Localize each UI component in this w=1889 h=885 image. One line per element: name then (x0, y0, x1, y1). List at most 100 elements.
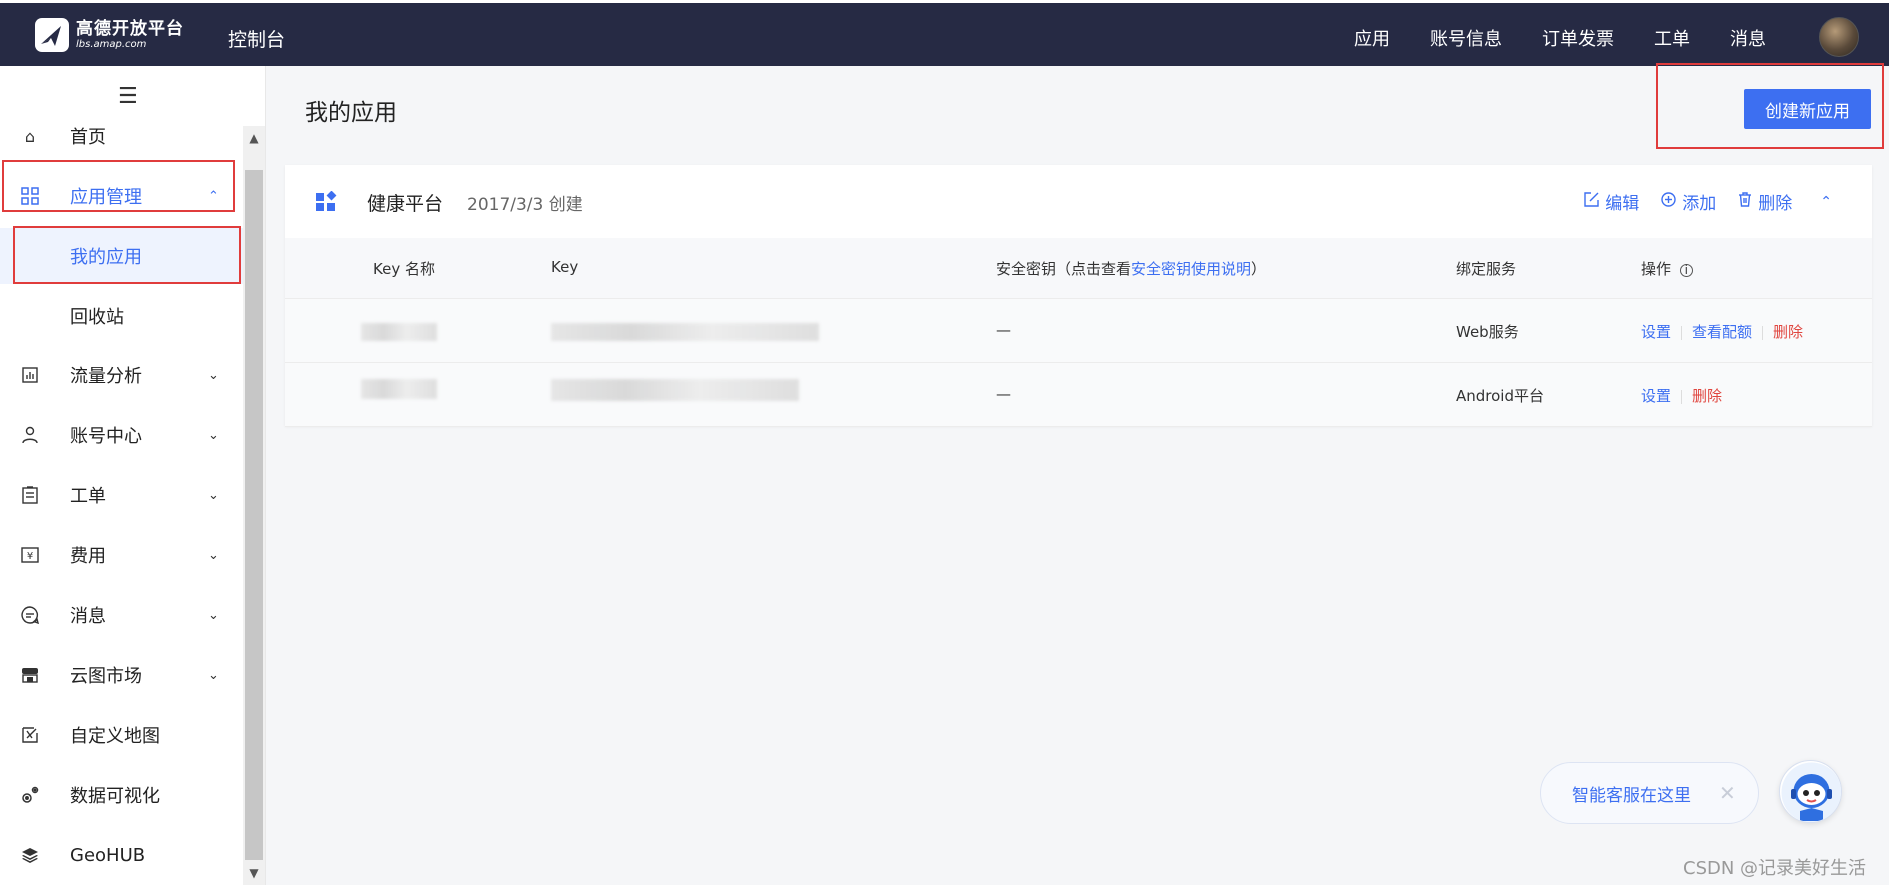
assistant-text: 智能客服在这里 (1572, 785, 1691, 806)
chevron-down-icon: ⌄ (208, 487, 219, 503)
map-edit-icon (19, 724, 41, 746)
sidebar-item-label: 云图市场 (70, 666, 142, 687)
robot-assistant-icon (1781, 762, 1841, 822)
chevron-down-icon: ⌄ (208, 607, 219, 623)
sidebar-item-tickets[interactable]: 工单 ⌄ (0, 473, 243, 517)
service-value: Web服务 (1456, 323, 1519, 341)
sidebar-item-label: 我的应用 (70, 247, 142, 268)
delete-key-link[interactable]: 删除 (1773, 323, 1803, 341)
create-app-button[interactable]: 创建新应用 (1744, 89, 1871, 129)
app-card-header: 健康平台 2017/3/3 创建 编辑 添加 删除 ⌃ (285, 165, 1872, 238)
sidebar-item-app-management[interactable]: 应用管理 ⌃ (0, 174, 243, 218)
logo-subtitle: lbs.amap.com (76, 39, 147, 50)
delete-label: 删除 (1758, 194, 1793, 214)
logo-title: 高德开放平台 (76, 19, 184, 39)
redacted-key (551, 379, 799, 401)
settings-link[interactable]: 设置 (1641, 387, 1671, 405)
sidebar-item-geohub[interactable]: GeoHUB (0, 833, 243, 877)
svg-text:¥: ¥ (27, 551, 33, 562)
nav-account-info[interactable]: 账号信息 (1430, 25, 1502, 51)
chart-icon (19, 364, 41, 386)
grid-icon (19, 185, 41, 207)
delete-app-button[interactable]: 删除 (1738, 189, 1792, 214)
sidebar-item-label: 消息 (70, 606, 106, 627)
top-bar: 高德开放平台 lbs.amap.com 控制台 应用 账号信息 订单发票 工单 … (0, 0, 1889, 66)
add-circle-icon (1661, 192, 1676, 211)
sidebar-item-home[interactable]: ⌂ 首页 (0, 114, 243, 158)
sidebar-item-custom-map[interactable]: 自定义地图 (0, 713, 243, 757)
visual-icon (19, 784, 41, 806)
info-icon[interactable]: i (1679, 264, 1693, 277)
nav-orders-invoices[interactable]: 订单发票 (1542, 25, 1614, 51)
sidebar-item-messages[interactable]: 消息 ⌄ (0, 593, 243, 637)
sidebar-item-my-apps[interactable]: 我的应用 (0, 228, 243, 284)
secret-value: — (996, 385, 1011, 403)
service-value: Android平台 (1456, 387, 1544, 405)
logo[interactable]: 高德开放平台 lbs.amap.com (34, 17, 184, 53)
table-row: — Web服务 设置 查看配额 删除 (285, 299, 1872, 363)
redacted-key-name (361, 379, 437, 399)
app-created-date: 2017/3/3 创建 (467, 195, 583, 215)
layers-icon (19, 844, 41, 866)
nav-messages[interactable]: 消息 (1730, 25, 1766, 51)
header-secret-prefix: 安全密钥（点击查看 (996, 260, 1132, 278)
sidebar-item-label: 账号中心 (70, 426, 142, 447)
chevron-up-icon[interactable]: ⌃ (1820, 194, 1832, 210)
header-key-name: Key 名称 (373, 260, 435, 278)
sidebar-item-label: 回收站 (70, 307, 124, 328)
scroll-thumb[interactable] (245, 170, 263, 860)
store-icon (19, 664, 41, 686)
sidebar-item-label: 数据可视化 (70, 786, 160, 807)
ticket-icon (19, 484, 41, 506)
sidebar-item-label: GeoHUB (70, 844, 146, 866)
table-row: — Android平台 设置 删除 (285, 363, 1872, 427)
amap-logo-icon (35, 18, 69, 52)
app-widget-icon (316, 191, 337, 211)
add-label: 添加 (1682, 194, 1717, 214)
scroll-down-icon[interactable]: ▼ (243, 863, 265, 883)
trash-icon (1738, 192, 1752, 211)
scroll-up-icon[interactable]: ▲ (243, 128, 265, 148)
header-key: Key (551, 258, 579, 276)
header-service: 绑定服务 (1456, 260, 1517, 278)
chevron-down-icon: ⌄ (208, 547, 219, 563)
chevron-up-icon: ⌃ (208, 188, 219, 204)
sidebar-item-recycle-bin[interactable]: 回收站 (0, 288, 243, 344)
sidebar-item-data-visualization[interactable]: 数据可视化 (0, 773, 243, 817)
sidebar-scrollbar[interactable]: ▲ ▼ (243, 126, 265, 885)
redacted-key (551, 323, 819, 341)
nav-tickets[interactable]: 工单 (1654, 25, 1690, 51)
app-name: 健康平台 (367, 193, 444, 215)
user-avatar[interactable] (1819, 17, 1859, 57)
sidebar-item-account-center[interactable]: 账号中心 ⌄ (0, 413, 243, 457)
app-card: 健康平台 2017/3/3 创建 编辑 添加 删除 ⌃ Key 名称 Key 安… (285, 165, 1872, 427)
edit-app-button[interactable]: 编辑 (1584, 189, 1639, 214)
delete-key-link[interactable]: 删除 (1692, 387, 1722, 405)
view-quota-link[interactable]: 查看配额 (1692, 323, 1752, 341)
sidebar-item-billing[interactable]: ¥ 费用 ⌄ (0, 533, 243, 577)
settings-link[interactable]: 设置 (1641, 323, 1671, 341)
nav-apps[interactable]: 应用 (1354, 25, 1390, 51)
sidebar: ☰ ⌂ 首页 应用管理 ⌃ 我的应用 回收站 流量分析 ⌄ 账号中心 ⌄ 工单 … (0, 66, 266, 885)
sidebar-item-label: 流量分析 (70, 366, 142, 387)
assistant-avatar[interactable] (1779, 760, 1842, 823)
row-ops: 设置 查看配额 删除 (1641, 321, 1803, 342)
hamburger-menu-icon[interactable]: ☰ (118, 84, 138, 109)
secret-help-link[interactable]: 安全密钥使用说明 (1131, 260, 1251, 278)
chevron-down-icon: ⌄ (208, 427, 219, 443)
console-link[interactable]: 控制台 (228, 25, 285, 52)
add-key-button[interactable]: 添加 (1661, 189, 1716, 214)
keys-table-header: Key 名称 Key 安全密钥（点击查看安全密钥使用说明） 绑定服务 操作 i (285, 238, 1872, 299)
home-icon: ⌂ (24, 126, 36, 146)
sidebar-item-traffic-analysis[interactable]: 流量分析 ⌄ (0, 353, 243, 397)
app-actions: 编辑 添加 删除 ⌃ (1562, 189, 1832, 214)
sidebar-item-label: 首页 (70, 127, 106, 148)
chevron-down-icon: ⌄ (208, 367, 219, 383)
edit-icon (1584, 192, 1599, 211)
chevron-down-icon: ⌄ (208, 667, 219, 683)
sidebar-item-label: 应用管理 (70, 187, 142, 208)
header-secret: 安全密钥（点击查看安全密钥使用说明） (996, 258, 1266, 279)
sidebar-item-cloud-market[interactable]: 云图市场 ⌄ (0, 653, 243, 697)
close-icon[interactable]: ✕ (1719, 781, 1736, 805)
assistant-bubble[interactable]: 智能客服在这里 ✕ (1540, 762, 1759, 824)
